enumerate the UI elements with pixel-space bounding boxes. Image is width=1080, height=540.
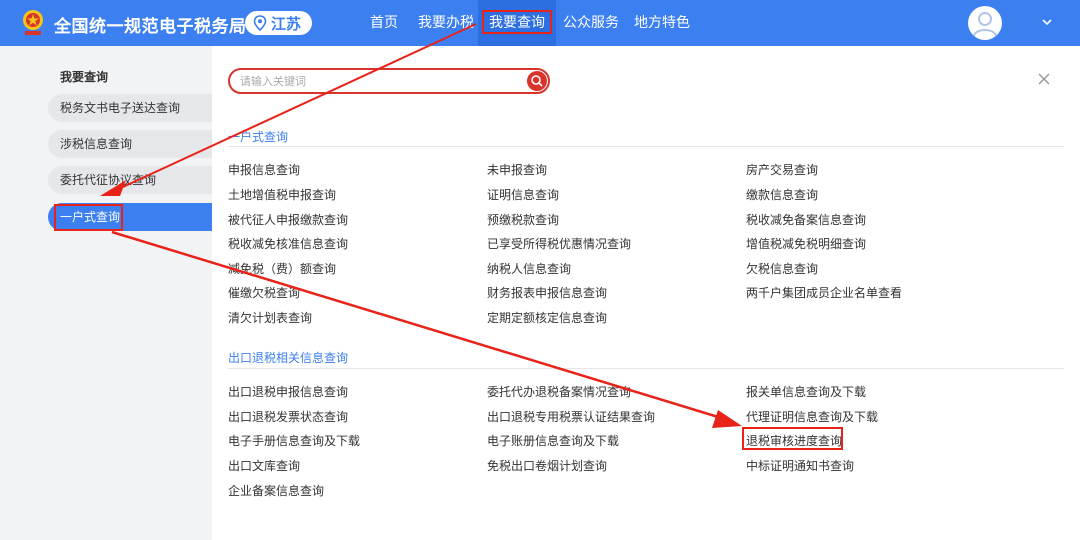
site-title: 全国统一规范电子税务局: [54, 17, 247, 37]
query-link[interactable]: 中标证明通知书查询: [746, 457, 854, 474]
region-selector[interactable]: 江苏: [245, 11, 312, 35]
user-icon: [973, 12, 997, 37]
section-divider: [228, 368, 1064, 369]
search-icon: [531, 75, 543, 87]
query-link[interactable]: 欠税信息查询: [746, 260, 818, 277]
location-pin-icon: [253, 15, 267, 31]
query-link[interactable]: 电子手册信息查询及下载: [228, 432, 360, 449]
query-link[interactable]: 预缴税款查询: [487, 211, 559, 228]
nav-home[interactable]: 首页: [370, 0, 398, 46]
search-box: [228, 68, 550, 94]
nav-query-highlight-box: [482, 10, 552, 34]
nav-local-features[interactable]: 地方特色: [634, 0, 690, 46]
query-link[interactable]: 出口退税申报信息查询: [228, 383, 348, 400]
chevron-down-icon[interactable]: [1041, 16, 1053, 28]
query-link[interactable]: 证明信息查询: [487, 186, 559, 203]
query-link[interactable]: 免税出口卷烟计划查询: [487, 457, 607, 474]
query-link[interactable]: 被代征人申报缴款查询: [228, 211, 348, 228]
sidebar-title: 我要查询: [60, 70, 109, 84]
search-button[interactable]: [527, 71, 547, 91]
query-link[interactable]: 申报信息查询: [228, 161, 300, 178]
query-link[interactable]: 未申报查询: [487, 161, 547, 178]
query-link[interactable]: 税收减免核准信息查询: [228, 235, 348, 252]
tax-emblem-icon: [23, 10, 43, 35]
nav-do-tax[interactable]: 我要办税: [418, 0, 474, 46]
sidebar-item-agency-agreement[interactable]: 委托代征协议查询: [48, 166, 212, 194]
query-link[interactable]: 企业备案信息查询: [228, 482, 324, 499]
section-divider: [228, 146, 1064, 147]
sidebar-item-document-delivery[interactable]: 税务文书电子送达查询: [48, 94, 212, 122]
query-link[interactable]: 已享受所得税优惠情况查询: [487, 235, 631, 252]
user-avatar[interactable]: [968, 6, 1002, 40]
query-link[interactable]: 财务报表申报信息查询: [487, 284, 607, 301]
query-link[interactable]: 税收减免备案信息查询: [746, 211, 866, 228]
sidebar-item-tax-info[interactable]: 涉税信息查询: [48, 130, 212, 158]
query-link[interactable]: 催缴欠税查询: [228, 284, 300, 301]
query-link[interactable]: 缴款信息查询: [746, 186, 818, 203]
section-title-one-household: 一户式查询: [228, 130, 289, 144]
query-link[interactable]: 报关单信息查询及下载: [746, 383, 866, 400]
query-link[interactable]: 出口退税发票状态查询: [228, 408, 348, 425]
top-header: 全国统一规范电子税务局 江苏 首页 我要办税 我要查询 公众服务 地方特色: [0, 0, 1080, 46]
sidebar-active-highlight-box: [54, 204, 123, 231]
query-link[interactable]: 电子账册信息查询及下载: [487, 432, 619, 449]
query-link[interactable]: 增值税减免税明细查询: [746, 235, 866, 252]
main-panel: 一户式查询 申报信息查询 土地增值税申报查询 被代征人申报缴款查询 税收减免核准…: [212, 46, 1080, 540]
query-link[interactable]: 两千户集团成员企业名单查看: [746, 284, 902, 301]
search-input[interactable]: [240, 73, 510, 89]
section-title-export-refund: 出口退税相关信息查询: [228, 351, 349, 365]
query-link[interactable]: 委托代办退税备案情况查询: [487, 383, 631, 400]
close-icon[interactable]: [1037, 72, 1051, 86]
query-link[interactable]: 土地增值税申报查询: [228, 186, 336, 203]
query-link[interactable]: 清欠计划表查询: [228, 309, 312, 326]
query-link[interactable]: 出口文库查询: [228, 457, 300, 474]
query-link[interactable]: 纳税人信息查询: [487, 260, 571, 277]
target-highlight-box: [742, 427, 843, 450]
query-link[interactable]: 出口退税专用税票认证结果查询: [487, 408, 655, 425]
query-link[interactable]: 定期定额核定信息查询: [487, 309, 607, 326]
nav-public-service[interactable]: 公众服务: [563, 0, 619, 46]
query-link[interactable]: 房产交易查询: [746, 161, 818, 178]
query-link[interactable]: 减免税（费）额查询: [228, 260, 336, 277]
query-link[interactable]: 代理证明信息查询及下载: [746, 408, 878, 425]
region-label: 江苏: [271, 14, 302, 33]
